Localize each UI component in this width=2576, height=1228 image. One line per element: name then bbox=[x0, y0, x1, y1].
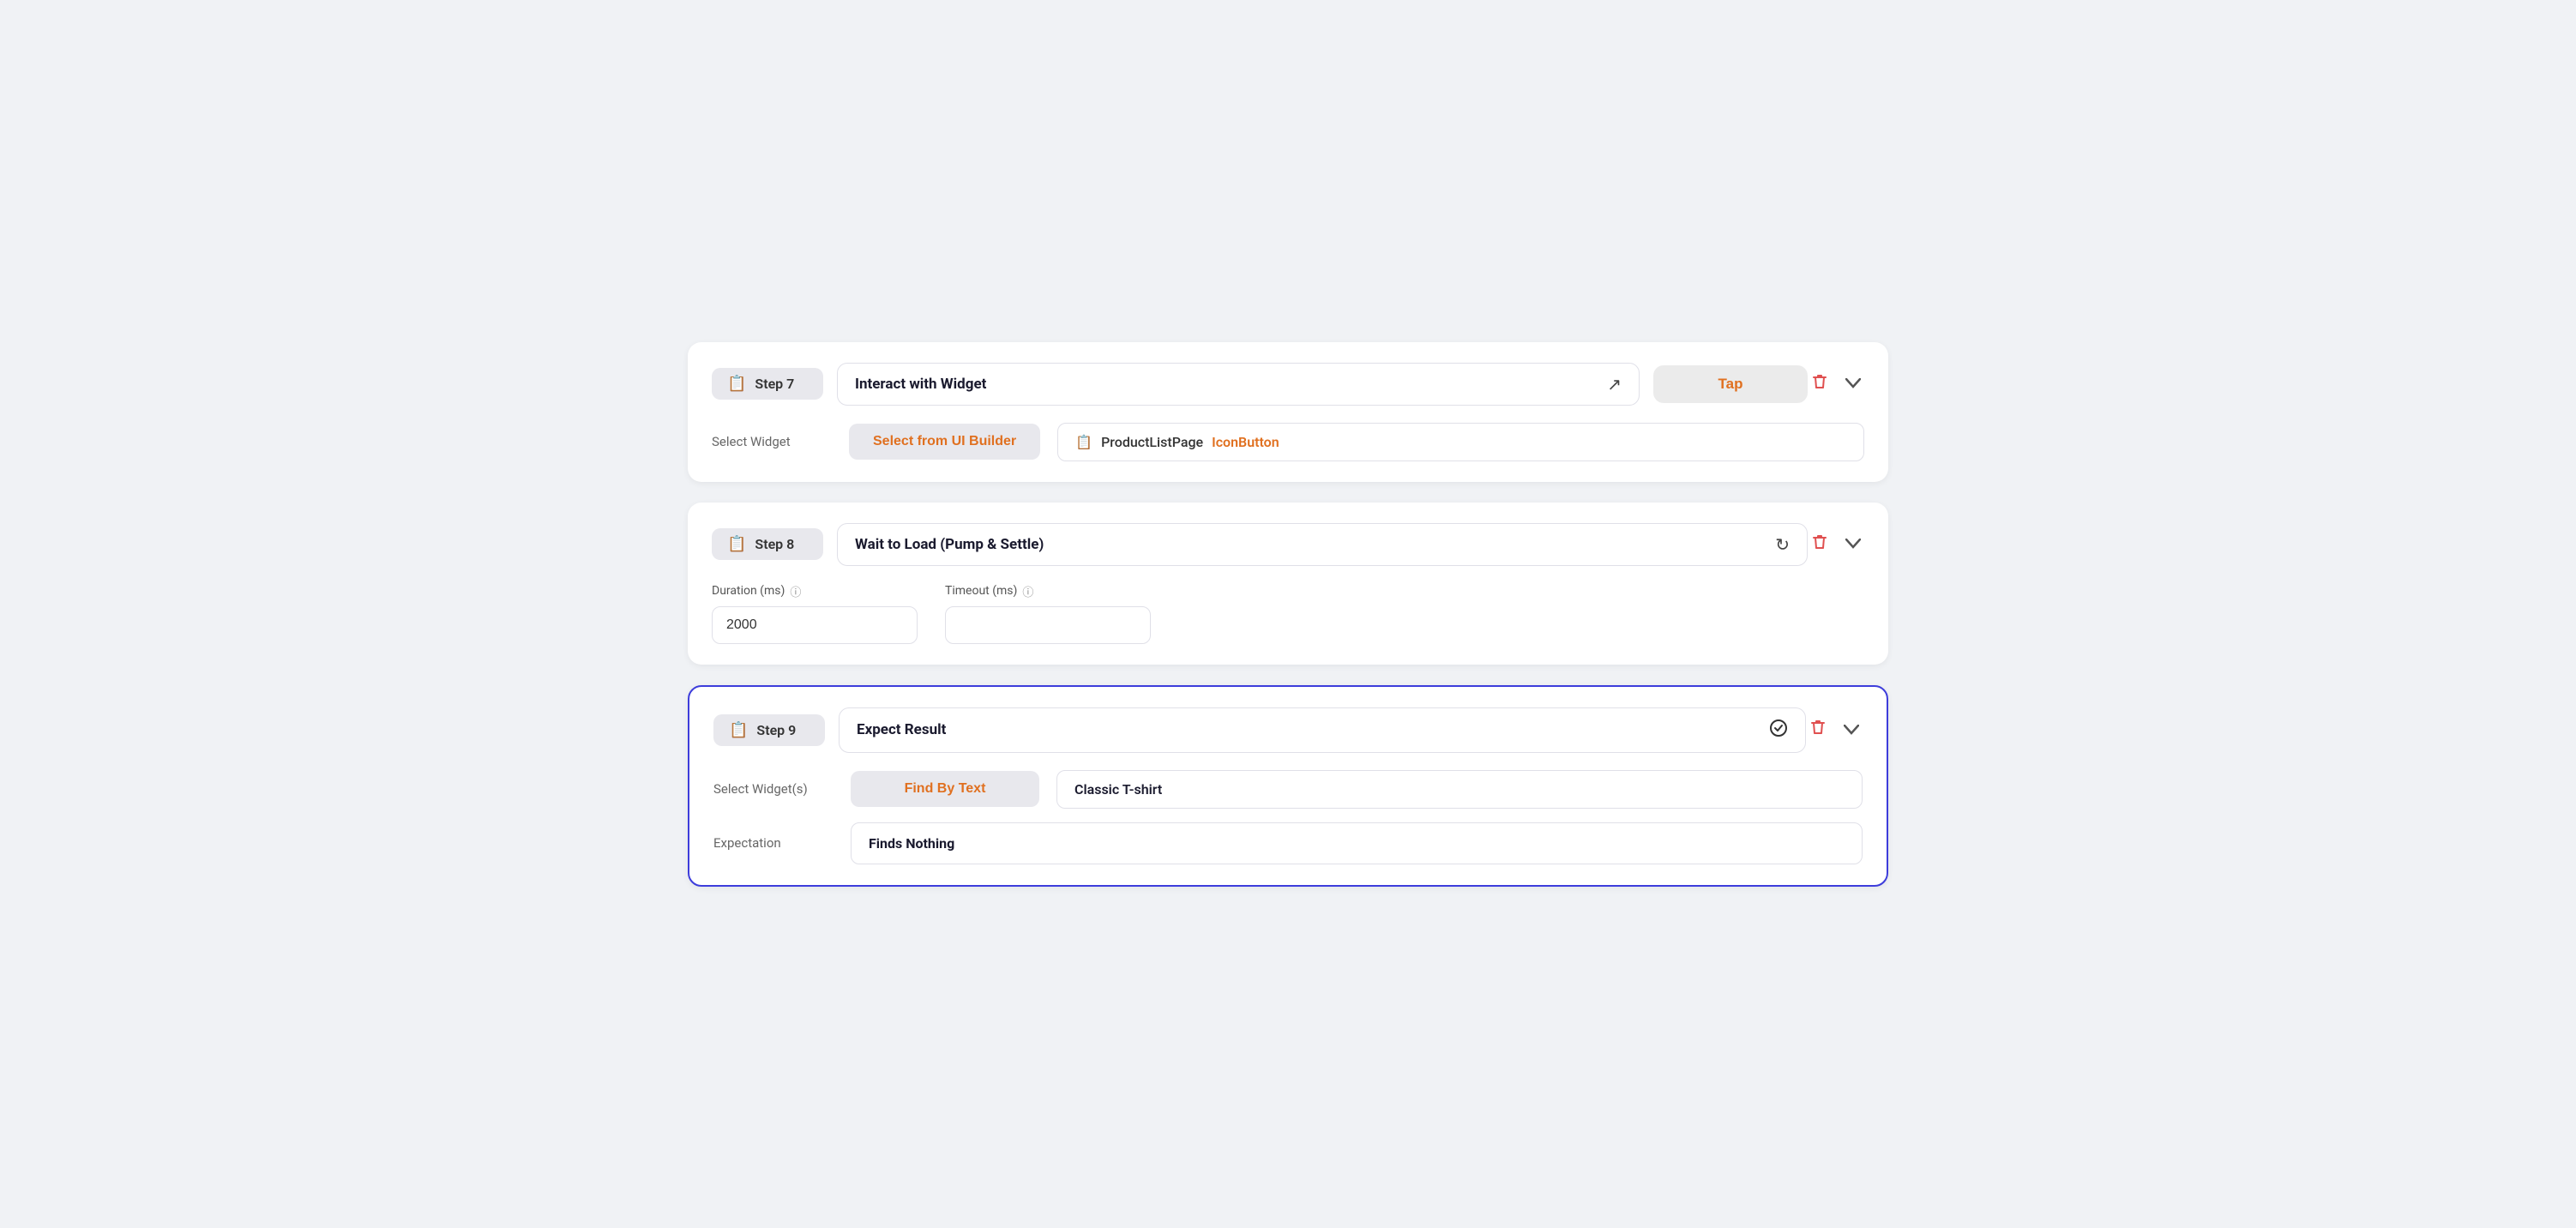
duration-info-icon[interactable]: ⓘ bbox=[790, 583, 801, 599]
step-9-widget-row: Select Widget(s) Find By Text Classic T-… bbox=[713, 770, 1863, 809]
timeout-info-icon[interactable]: ⓘ bbox=[1022, 583, 1033, 599]
step-8-badge: 📋 Step 8 bbox=[712, 528, 823, 560]
step-7-card: 📋 Step 7 Interact with Widget ↗ Tap bbox=[688, 342, 1888, 482]
widget-reference-box: 📋 ProductListPage IconButton bbox=[1057, 423, 1864, 461]
step-7-label: Step 7 bbox=[755, 376, 794, 392]
step-7-delete-button[interactable] bbox=[1808, 369, 1832, 400]
step-7-header: 📋 Step 7 Interact with Widget ↗ Tap bbox=[712, 363, 1808, 406]
timeout-label: Timeout (ms) ⓘ bbox=[945, 583, 1151, 599]
duration-label: Duration (ms) ⓘ bbox=[712, 583, 918, 599]
select-widgets-label: Select Widget(s) bbox=[713, 781, 834, 797]
step-8-label: Step 8 bbox=[755, 536, 794, 552]
step-7-title-area: Interact with Widget ↗ bbox=[837, 363, 1640, 406]
find-text-value-box: Classic T-shirt bbox=[1056, 770, 1863, 809]
step-8-header-row: 📋 Step 8 Wait to Load (Pump & Settle) ↻ bbox=[712, 523, 1864, 566]
step-9-card: 📋 Step 9 Expect Result bbox=[688, 685, 1888, 887]
step-9-collapse-button[interactable] bbox=[1840, 717, 1863, 743]
step-9-delete-button[interactable] bbox=[1806, 714, 1830, 745]
check-circle-icon bbox=[1769, 719, 1788, 742]
step-7-badge: 📋 Step 7 bbox=[712, 368, 823, 400]
select-from-ui-builder-button[interactable]: Select from UI Builder bbox=[849, 424, 1040, 460]
expectation-value: Finds Nothing bbox=[869, 835, 954, 852]
step-7-header-row: 📋 Step 7 Interact with Widget ↗ Tap bbox=[712, 363, 1864, 406]
step-badge-icon: 📋 bbox=[727, 375, 746, 393]
expectation-value-box: Finds Nothing bbox=[851, 822, 1863, 864]
timeout-input[interactable] bbox=[945, 606, 1151, 644]
step-8-card: 📋 Step 8 Wait to Load (Pump & Settle) ↻ bbox=[688, 503, 1888, 665]
widget-page-name: ProductListPage bbox=[1101, 434, 1203, 450]
step-7-collapse-button[interactable] bbox=[1842, 370, 1864, 397]
step-9-header-row: 📋 Step 9 Expect Result bbox=[713, 707, 1863, 753]
step-8-delete-button[interactable] bbox=[1808, 529, 1832, 560]
step-8-collapse-button[interactable] bbox=[1842, 531, 1864, 557]
duration-field-group: Duration (ms) ⓘ bbox=[712, 583, 918, 644]
step-8-controls bbox=[1808, 529, 1864, 560]
cursor-icon: ↗ bbox=[1607, 374, 1622, 394]
step-8-title: Wait to Load (Pump & Settle) bbox=[855, 536, 1765, 553]
step-8-badge-icon: 📋 bbox=[727, 535, 746, 553]
select-widget-label: Select Widget bbox=[712, 434, 832, 449]
step-9-badge: 📋 Step 9 bbox=[713, 714, 825, 746]
duration-input[interactable] bbox=[712, 606, 918, 644]
step-9-title: Expect Result bbox=[857, 721, 1759, 738]
step-7-title: Interact with Widget bbox=[855, 376, 1597, 393]
steps-container: 📋 Step 7 Interact with Widget ↗ Tap bbox=[688, 342, 1888, 887]
step-9-title-area: Expect Result bbox=[839, 707, 1806, 753]
timeout-field-group: Timeout (ms) ⓘ bbox=[945, 583, 1151, 644]
tap-button[interactable]: Tap bbox=[1653, 365, 1808, 403]
step-9-expectation-row: Expectation Finds Nothing bbox=[713, 822, 1863, 864]
step-9-label: Step 9 bbox=[756, 722, 796, 738]
step-9-controls bbox=[1806, 714, 1863, 745]
step-7-controls bbox=[1808, 369, 1864, 400]
expectation-label: Expectation bbox=[713, 835, 834, 851]
find-by-text-button[interactable]: Find By Text bbox=[851, 771, 1039, 807]
find-text-value: Classic T-shirt bbox=[1074, 781, 1162, 798]
reload-icon: ↻ bbox=[1775, 534, 1790, 555]
step-7-widget-row: Select Widget Select from UI Builder 📋 P… bbox=[712, 423, 1864, 461]
widget-ref-icon: 📋 bbox=[1075, 434, 1092, 450]
widget-component-name: IconButton bbox=[1212, 434, 1279, 450]
step-8-header: 📋 Step 8 Wait to Load (Pump & Settle) ↻ bbox=[712, 523, 1808, 566]
step-8-fields-row: Duration (ms) ⓘ Timeout (ms) ⓘ bbox=[712, 583, 1864, 644]
step-9-header: 📋 Step 9 Expect Result bbox=[713, 707, 1806, 753]
step-9-badge-icon: 📋 bbox=[729, 721, 748, 739]
step-8-title-area: Wait to Load (Pump & Settle) ↻ bbox=[837, 523, 1808, 566]
